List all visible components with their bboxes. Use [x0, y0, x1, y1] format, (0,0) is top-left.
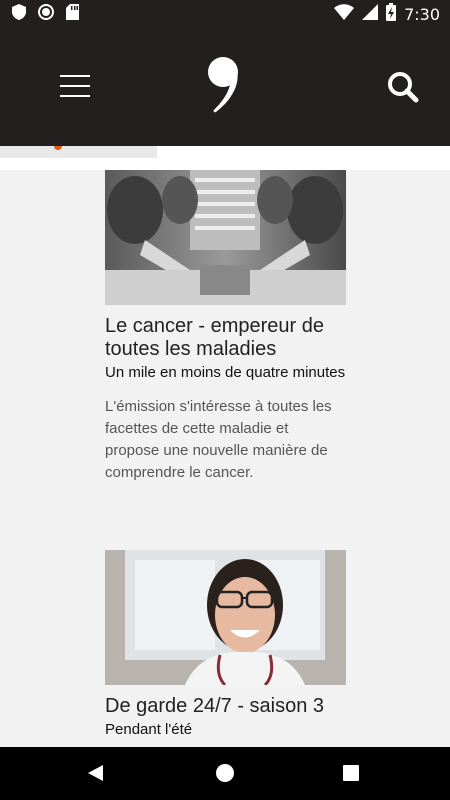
article-title[interactable]: Le cancer - empereur de toutes les malad… — [105, 315, 346, 361]
battery-charging-icon — [386, 3, 397, 25]
hamburger-menu-icon[interactable] — [55, 70, 95, 102]
back-icon[interactable] — [88, 765, 103, 781]
system-nav-bar — [0, 747, 450, 800]
category-tab[interactable] — [0, 146, 157, 158]
category-strip — [0, 146, 450, 170]
circle-record-icon — [38, 4, 54, 25]
wifi-icon — [334, 4, 355, 24]
article-subtitle: Pendant l'été — [105, 721, 193, 738]
search-icon[interactable] — [382, 66, 424, 108]
article-thumbnail[interactable] — [105, 170, 346, 305]
article-title[interactable]: De garde 24/7 - saison 3 — [105, 695, 346, 718]
article-card[interactable]: Le cancer - empereur de toutes les malad… — [105, 170, 346, 484]
app-header — [0, 26, 450, 146]
article-description: L'émission s'intéresse à toutes les face… — [105, 398, 332, 481]
clock-time: 7:30 — [404, 4, 440, 24]
article-subtitle: Un mile en moins de quatre minutes — [105, 364, 346, 381]
article-card[interactable]: De garde 24/7 - saison 3 Pendant l'été — [105, 550, 346, 739]
shield-icon — [12, 4, 26, 25]
home-icon[interactable] — [216, 764, 234, 782]
sd-card-icon — [66, 4, 79, 25]
comma-logo-icon[interactable] — [202, 56, 248, 116]
signal-icon — [362, 4, 379, 24]
status-bar: 7:30 — [0, 0, 450, 26]
article-thumbnail[interactable] — [105, 550, 346, 685]
recents-icon[interactable] — [343, 765, 359, 781]
